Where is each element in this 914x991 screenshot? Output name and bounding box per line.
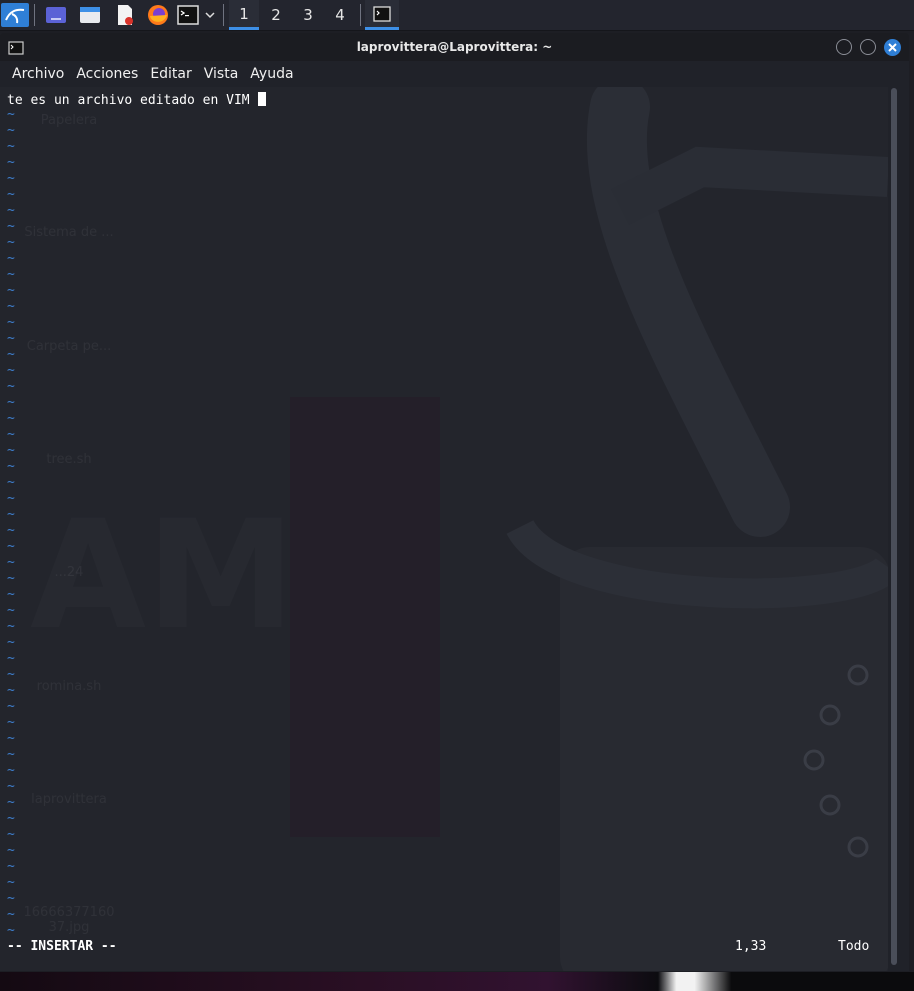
vim-tilde-marker: ~ xyxy=(7,283,15,298)
vim-tilde-marker: ~ xyxy=(7,219,15,234)
vim-tilde-marker: ~ xyxy=(7,459,15,474)
vim-tilde-marker: ~ xyxy=(7,555,15,570)
vim-text-line: te es un archivo editado en VIM xyxy=(7,92,267,108)
vim-tilde-marker: ~ xyxy=(7,843,15,858)
vim-tilde-marker: ~ xyxy=(7,347,15,362)
menu-ayuda[interactable]: Ayuda xyxy=(244,66,299,82)
vim-tilde-marker: ~ xyxy=(7,427,15,442)
taskbar-separator xyxy=(360,4,361,26)
vim-tilde-marker: ~ xyxy=(7,587,15,602)
vim-tilde-marker: ~ xyxy=(7,683,15,698)
vim-tilde-marker: ~ xyxy=(7,619,15,634)
vim-tilde-marker: ~ xyxy=(7,603,15,618)
file-manager-icon[interactable] xyxy=(77,3,103,27)
vim-tilde-marker: ~ xyxy=(7,891,15,906)
vim-tilde-marker: ~ xyxy=(7,203,15,218)
scroll-indicator: Todo xyxy=(838,939,870,954)
vim-tilde-marker: ~ xyxy=(7,731,15,746)
scrollbar-thumb[interactable] xyxy=(891,88,897,965)
vim-tilde-marker: ~ xyxy=(7,315,15,330)
vim-tilde-marker: ~ xyxy=(7,235,15,250)
vim-tilde-marker: ~ xyxy=(7,779,15,794)
window-titlebar[interactable]: laprovittera@Laprovittera: ~ xyxy=(0,33,909,61)
vim-tilde-marker: ~ xyxy=(7,907,15,922)
desktop-wallpaper xyxy=(0,972,914,991)
vim-tilde-marker: ~ xyxy=(7,299,15,314)
vim-tilde-marker: ~ xyxy=(7,859,15,874)
maximize-button[interactable] xyxy=(860,39,876,55)
wallpaper-dragon-graphic: AM xyxy=(30,87,888,971)
menu-editar[interactable]: Editar xyxy=(144,66,197,82)
vim-tilde-marker: ~ xyxy=(7,651,15,666)
vim-tilde-marker: ~ xyxy=(7,763,15,778)
desktop-icon-label: tree.sh xyxy=(46,452,92,467)
vim-tilde-marker: ~ xyxy=(7,635,15,650)
window-title: laprovittera@Laprovittera: ~ xyxy=(356,40,553,54)
workspace-1[interactable]: 1 xyxy=(229,0,259,30)
terminal-launcher-icon[interactable] xyxy=(176,3,200,27)
vim-tilde-marker: ~ xyxy=(7,395,15,410)
vim-tilde-marker: ~ xyxy=(7,443,15,458)
close-icon xyxy=(888,43,897,52)
vim-tilde-marker: ~ xyxy=(7,363,15,378)
vim-tilde-marker: ~ xyxy=(7,171,15,186)
terminal-window: laprovittera@Laprovittera: ~ Archivo Acc… xyxy=(0,33,909,971)
vim-tilde-marker: ~ xyxy=(7,411,15,426)
vim-tilde-marker: ~ xyxy=(7,139,15,154)
workspace-3[interactable]: 3 xyxy=(293,0,323,30)
firefox-icon[interactable] xyxy=(145,3,171,27)
show-desktop-icon[interactable] xyxy=(43,3,69,27)
vim-tilde-marker: ~ xyxy=(7,699,15,714)
vim-line-content: te es un archivo editado en VIM xyxy=(7,93,258,108)
vim-tilde-marker: ~ xyxy=(7,523,15,538)
desktop-icon-label: ...24 xyxy=(54,565,84,580)
workspace-4[interactable]: 4 xyxy=(325,0,355,30)
vim-tilde-marker: ~ xyxy=(7,267,15,282)
workspace-2[interactable]: 2 xyxy=(261,0,291,30)
desktop-icon-label: 16666377160 37.jpg xyxy=(23,905,115,935)
desktop-icon-label: Carpeta pe... xyxy=(26,339,112,354)
vim-tilde-marker: ~ xyxy=(7,539,15,554)
vim-tilde-marker: ~ xyxy=(7,331,15,346)
vim-tilde-marker: ~ xyxy=(7,667,15,682)
vim-tilde-marker: ~ xyxy=(7,811,15,826)
vim-tilde-marker: ~ xyxy=(7,747,15,762)
desktop-icon-label: Papelera xyxy=(40,113,98,128)
taskbar-separator xyxy=(223,4,224,26)
menubar: Archivo Acciones Editar Vista Ayuda xyxy=(0,61,909,87)
vim-mode-indicator: -- INSERTAR -- xyxy=(7,939,117,954)
vim-tilde-marker: ~ xyxy=(7,379,15,394)
desktop-icon-label: laprovittera xyxy=(31,792,107,807)
vim-tilde-marker: ~ xyxy=(7,571,15,586)
desktop-icon-label: romina.sh xyxy=(36,679,102,694)
vim-tilde-marker: ~ xyxy=(7,507,15,522)
desktop-icon-label: Sistema de ... xyxy=(24,225,114,240)
vim-tilde-marker: ~ xyxy=(7,155,15,170)
cursor-position: 1,33 xyxy=(735,939,767,954)
vim-tilde-marker: ~ xyxy=(7,475,15,490)
vim-tilde-marker: ~ xyxy=(7,923,15,938)
vim-tilde-marker: ~ xyxy=(7,187,15,202)
menu-archivo[interactable]: Archivo xyxy=(6,66,70,82)
menu-acciones[interactable]: Acciones xyxy=(70,66,144,82)
menu-vista[interactable]: Vista xyxy=(198,66,245,82)
vim-tilde-marker: ~ xyxy=(7,107,15,122)
terminal-task-button[interactable] xyxy=(365,0,399,30)
taskbar: 1 2 3 4 xyxy=(0,0,914,31)
vim-tilde-marker: ~ xyxy=(7,875,15,890)
text-cursor xyxy=(258,92,267,106)
vim-tilde-marker: ~ xyxy=(7,715,15,730)
vim-tilde-marker: ~ xyxy=(7,251,15,266)
chevron-down-icon[interactable] xyxy=(202,3,218,27)
close-button[interactable] xyxy=(884,39,901,56)
text-editor-icon[interactable] xyxy=(112,3,138,27)
vim-tilde-marker: ~ xyxy=(7,827,15,842)
vim-tilde-marker: ~ xyxy=(7,795,15,810)
vim-tilde-marker: ~ xyxy=(7,491,15,506)
vim-tilde-marker: ~ xyxy=(7,123,15,138)
minimize-button[interactable] xyxy=(836,39,852,55)
terminal-area[interactable]: AM Papelera Sistema de ... Carpeta pe...… xyxy=(0,87,888,971)
kali-menu-icon[interactable] xyxy=(1,3,29,27)
taskbar-separator xyxy=(34,4,35,26)
